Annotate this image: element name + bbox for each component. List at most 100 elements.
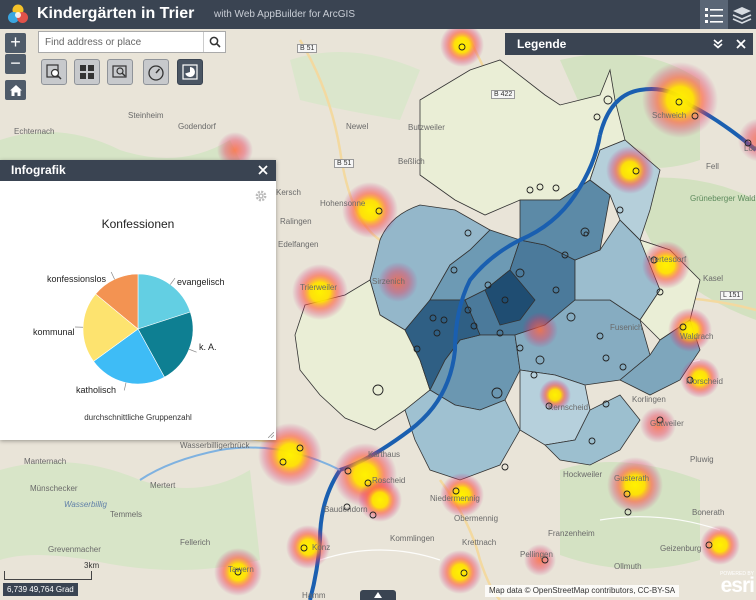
place-label: Münschecker <box>30 484 78 493</box>
gauge-tool-button[interactable] <box>143 59 169 85</box>
place-label: Pluwig <box>690 455 714 464</box>
place-label: Temmels <box>110 510 143 519</box>
place-label: Roscheid <box>372 476 406 485</box>
slice-label-konfessionslos: konfessionslos <box>47 274 107 284</box>
infographic-tool-button[interactable] <box>177 59 203 85</box>
place-label: Sirzenich <box>372 277 405 286</box>
query-icon <box>46 64 62 80</box>
pie-leader-line <box>189 348 197 353</box>
grid-icon <box>80 65 94 79</box>
place-label: Echternach <box>14 127 55 136</box>
place-label: Ollmuth <box>614 562 642 571</box>
infographic-icon <box>182 64 198 80</box>
place-label: Mertesdorf <box>648 255 687 264</box>
place-label: Gutweiler <box>650 419 684 428</box>
place-label: Kasel <box>703 274 724 283</box>
scale-label: 3km <box>84 561 100 570</box>
layers-button[interactable] <box>728 0 756 29</box>
place-label: Ralingen <box>280 217 312 226</box>
place-label: Karthaus <box>368 450 401 459</box>
zoom-in-button[interactable]: + <box>5 33 26 53</box>
slice-label-katholisch: katholisch <box>76 385 117 395</box>
chart-caption: durchschnittliche Gruppenzahl <box>84 413 192 422</box>
map-attribution: Map data © OpenStreetMap contributors, C… <box>485 585 680 597</box>
road-shield: B 422 <box>491 90 516 99</box>
chevron-double-down-icon <box>713 39 723 49</box>
layers-icon <box>732 6 752 24</box>
place-label: Korlingen <box>632 395 666 404</box>
legend-close-button[interactable] <box>733 36 749 52</box>
search-input[interactable] <box>45 34 195 50</box>
place-label: Hohensonne <box>320 199 366 208</box>
screening-icon <box>112 65 127 78</box>
app-logo-icon <box>8 4 28 23</box>
place-label: Butzweiler <box>408 123 445 132</box>
place-label: Krettnach <box>462 538 497 547</box>
place-label: Fusenich <box>610 323 643 332</box>
place-label: Franzenheim <box>548 529 595 538</box>
legend-collapse-button[interactable] <box>710 36 726 52</box>
road-shield: L 151 <box>720 291 744 300</box>
resize-handle-icon[interactable] <box>268 432 274 438</box>
place-label: Longuich <box>744 144 756 153</box>
app-subtitle: with Web AppBuilder for ArcGIS <box>214 9 355 20</box>
place-label: Pellingen <box>520 550 553 559</box>
road-shield: B 51 <box>297 44 318 53</box>
list-icon <box>705 7 723 23</box>
slice-label-kommunal: kommunal <box>33 327 75 337</box>
search-button[interactable] <box>203 32 225 52</box>
pie-leader-line <box>170 277 176 285</box>
gauge-icon <box>148 65 164 81</box>
place-label: Mertert <box>150 481 176 490</box>
place-label: Geizenburg <box>660 544 702 553</box>
place-label: Newel <box>346 122 369 131</box>
infografik-panel: Infografik Konfessionen evangelisch k. A… <box>0 160 276 440</box>
place-label: Steinheim <box>128 111 164 120</box>
place-label: Schweich <box>652 111 687 120</box>
place-label: Niedermennig <box>430 494 480 503</box>
grid-tool-button[interactable] <box>74 59 100 85</box>
place-label: Hockweiler <box>563 470 603 479</box>
place-label: Manternach <box>24 457 67 466</box>
home-button[interactable] <box>5 80 26 100</box>
place-label: Morscheid <box>686 377 723 386</box>
place-label: Grevenmacher <box>48 545 101 554</box>
place-label: Fellerich <box>180 538 211 547</box>
place-label: Beßlich <box>398 157 425 166</box>
pie-leader-line <box>110 271 115 280</box>
place-label: Fell <box>706 162 719 171</box>
place-label: Hamm <box>302 591 326 600</box>
coordinate-readout: 6,739 49,764 Grad <box>3 583 78 596</box>
zoom-out-button[interactable]: − <box>5 54 26 74</box>
esri-logo: POWERED BY esri <box>720 571 755 597</box>
app-header: Kindergärten in Trier with Web AppBuilde… <box>0 0 756 29</box>
place-label: Konz <box>312 543 331 552</box>
place-label: Godendorf <box>178 122 216 131</box>
place-label: Gusterath <box>614 474 650 483</box>
place-label: Edelfangen <box>278 240 319 249</box>
app-title: Kindergärten in Trier <box>37 5 195 22</box>
legend-panel: Legende <box>505 33 753 55</box>
place-label: Waldrach <box>680 332 714 341</box>
search-icon <box>209 36 221 48</box>
attribute-table-toggle[interactable] <box>360 590 396 600</box>
place-label: Kommlingen <box>390 534 435 543</box>
place-label: Obermennig <box>454 514 499 523</box>
close-icon <box>736 39 746 49</box>
place-label: Tawern <box>228 565 254 574</box>
place-label: Baudendorn <box>324 505 368 514</box>
legend-list-button[interactable] <box>700 0 728 29</box>
place-label: Kersch <box>276 188 301 197</box>
place-label: Trierweiler <box>300 283 338 292</box>
query-tool-button[interactable] <box>41 59 67 85</box>
pie-chart <box>75 271 197 391</box>
place-label: Grüneberger Wald <box>690 194 756 203</box>
place-label: Bonerath <box>692 508 725 517</box>
slice-label-k-a: k. A. <box>199 342 217 352</box>
place-label: Wasserbilligerbrück <box>180 441 250 450</box>
screening-tool-button[interactable] <box>107 59 133 85</box>
home-icon <box>9 84 22 96</box>
chevron-up-icon <box>374 592 382 598</box>
road-shield: B 51 <box>334 159 355 168</box>
slice-label-evangelisch: evangelisch <box>177 277 225 287</box>
